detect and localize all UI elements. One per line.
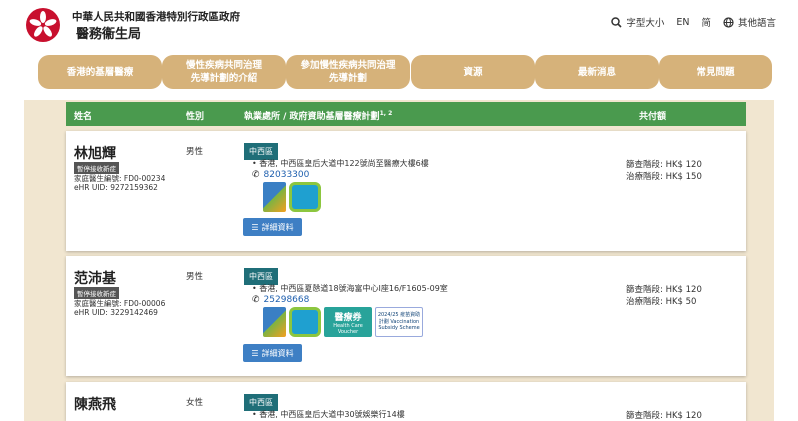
phone-number: 82033300 [263, 170, 310, 180]
nav-label: 先導計劃的介紹 [190, 73, 258, 84]
other-languages-button[interactable]: 其他語言 [723, 15, 776, 29]
detail-button[interactable]: ☰ 詳細資料 [243, 218, 302, 236]
doctor-card: 陳燕飛 女性 中西區 • 香港, 中西區皇后大道中30號娛樂行14樓 篩查階段:… [66, 382, 746, 421]
nav-resources[interactable]: 資源 [411, 55, 535, 89]
site-header: 中華人民共和國香港特別行政區政府 醫務衞生局 字型大小 EN 简 其他語言 [0, 0, 798, 48]
globe-icon [723, 16, 734, 28]
nav-news[interactable]: 最新消息 [535, 55, 659, 89]
address-text: 香港, 中西區皇后大道中122號尚至醫療大樓6樓 [259, 159, 429, 168]
health-care-voucher-logo: 醫療券 Health Care Voucher [324, 307, 372, 337]
address-text: 香港, 中西區皇后大道中30號娛樂行14樓 [259, 410, 405, 419]
doctor-name: 范沛基 [74, 271, 116, 287]
nav-label: 最新消息 [577, 66, 616, 78]
col-copay: 共付額 [639, 112, 667, 122]
phone-icon: ✆ [252, 295, 260, 305]
fee-screening: 篩查階段: HK$ 120 [626, 285, 702, 295]
bureau-title[interactable]: 醫務衞生局 [76, 23, 141, 42]
detail-label: 詳細資料 [261, 222, 294, 232]
nav-primary-care[interactable]: 香港的基層醫療 [38, 55, 162, 89]
address-text: 香港, 中西區夏慤道18號海富中心I座16/F1605-09室 [259, 284, 448, 293]
doctor-card: 林旭輝 暫停接收新症 家庭醫生編號: FD0-00234 eHR UID: 92… [66, 131, 746, 251]
font-size-button[interactable]: 字型大小 [611, 15, 664, 29]
col-name: 姓名 [74, 112, 93, 122]
list-icon: ☰ [251, 222, 259, 232]
doctor-name: 林旭輝 [74, 146, 116, 162]
phone-icon: ✆ [252, 170, 260, 180]
elderly-logo-icon [289, 182, 321, 212]
col-practice: 執業處所 / 政府資助基層醫療計劃1, 2 [244, 109, 392, 122]
doctor-card: 范沛基 暫停接收新症 家庭醫生編號: FD0-00006 eHR UID: 32… [66, 256, 746, 376]
practice-address: • 香港, 中西區皇后大道中122號尚至醫療大樓6樓 [252, 159, 429, 168]
elderly-logo-icon [289, 307, 321, 337]
nav-pilot-intro[interactable]: 慢性疾病共同治理 先導計劃的介紹 [162, 55, 286, 89]
main-nav: 香港的基層醫療 慢性疾病共同治理 先導計劃的介紹 參加慢性疾病共同治理 先導計劃 資… [0, 48, 798, 100]
scheme-logos [263, 182, 321, 212]
voucher-sub: Health Care Voucher [333, 323, 363, 335]
col-practice-label: 執業處所 / 政府資助基層醫療計劃 [244, 112, 380, 122]
doctor-name: 陳燕飛 [74, 397, 116, 413]
nav-label: 參加慢性疾病共同治理 [300, 60, 396, 71]
fee-treatment: 治療階段: HK$ 50 [626, 297, 697, 307]
search-icon [611, 16, 622, 28]
fee-screening: 篩查階段: HK$ 120 [626, 411, 702, 421]
nav-join-pilot[interactable]: 參加慢性疾病共同治理 先導計劃 [286, 55, 410, 89]
lang-en-link[interactable]: EN [676, 17, 689, 28]
ehr-uid: eHR UID: 9272159362 [74, 183, 158, 192]
vaccination-scheme-logo: 2024/25 疫苗資助計劃 Vaccination Subsidy Schem… [375, 307, 423, 337]
nav-faq[interactable]: 常見問題 [659, 55, 772, 89]
font-size-label: 字型大小 [626, 18, 665, 29]
phone-link[interactable]: ✆ 25298668 [252, 295, 309, 305]
practice-address: • 香港, 中西區夏慤道18號海富中心I座16/F1605-09室 [252, 284, 448, 293]
detail-label: 詳細資料 [261, 348, 294, 358]
nav-label: 資源 [463, 66, 483, 78]
phone-link[interactable]: ✆ 82033300 [252, 170, 309, 180]
nav-label: 先導計劃 [328, 73, 367, 84]
list-icon: ☰ [251, 348, 259, 358]
lang-sc-link[interactable]: 简 [701, 15, 711, 29]
hksar-emblem-logo[interactable] [26, 8, 60, 42]
nav-label: 香港的基層醫療 [66, 66, 134, 78]
government-title: 中華人民共和國香港特別行政區政府 [72, 11, 240, 23]
fee-screening: 篩查階段: HK$ 120 [626, 160, 702, 170]
table-header: 姓名 性別 執業處所 / 政府資助基層醫療計劃1, 2 共付額 [66, 102, 746, 126]
ehr-uid: eHR UID: 3229142469 [74, 308, 158, 317]
doctor-gender: 女性 [186, 398, 204, 408]
chronic-disease-logo-icon [263, 182, 286, 212]
header-tools: 字型大小 EN 简 其他語言 [611, 15, 776, 29]
doctor-gender: 男性 [186, 272, 204, 282]
scheme-logos: 醫療券 Health Care Voucher 2024/25 疫苗資助計劃 Va… [263, 307, 423, 337]
chronic-disease-logo-icon [263, 307, 286, 337]
voucher-title: 醫療券 [334, 313, 362, 323]
col-gender: 性別 [186, 112, 205, 122]
other-languages-label: 其他語言 [737, 18, 776, 29]
doctor-gender: 男性 [186, 147, 204, 157]
nav-label: 慢性疾病共同治理 [185, 60, 262, 71]
nav-label: 常見問題 [696, 66, 735, 78]
practice-address: • 香港, 中西區皇后大道中30號娛樂行14樓 [252, 410, 405, 419]
fee-treatment: 治療階段: HK$ 150 [626, 172, 702, 182]
detail-button[interactable]: ☰ 詳細資料 [243, 344, 302, 362]
vaccination-logo-text: 2024/25 疫苗資助計劃 Vaccination Subsidy Schem… [377, 312, 421, 331]
col-practice-footnote: 1, 2 [379, 110, 393, 117]
phone-number: 25298668 [263, 295, 310, 305]
